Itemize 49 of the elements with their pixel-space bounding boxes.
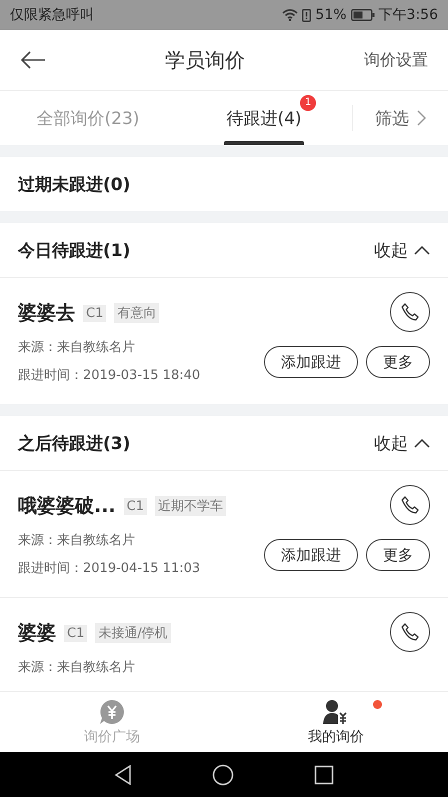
phone-icon [400,622,420,642]
tag: C1 [83,304,106,322]
phone-icon [400,495,420,515]
action-button[interactable]: 更多 [366,539,430,571]
home-nav-icon[interactable] [212,764,234,786]
back-button[interactable] [20,51,46,69]
follow-up-time: 跟进时间：2019-03-15 18:40 [18,367,200,385]
student-name: 哦婆婆破... [18,494,116,519]
notification-dot [373,700,382,709]
notification-badge: 1 [300,95,316,111]
phone-icon [400,302,420,322]
filter-button[interactable]: 筛选 [352,105,448,131]
call-button[interactable] [390,612,430,652]
collapse-toggle[interactable]: 收起 [374,432,430,454]
battery-percent: 51% [315,7,347,23]
source-text: 来源：来自教练名片 [18,659,136,677]
yuan-coin-icon [99,698,125,724]
student-name: 婆婆去 [18,301,75,326]
section-title: 之后待跟进(3) [18,432,130,454]
call-button[interactable] [390,292,430,332]
sim-icon [302,8,312,22]
chevron-right-icon [417,110,426,126]
tag: C1 [124,498,148,514]
call-button[interactable] [390,485,430,525]
tag: 有意向 [114,303,160,323]
tab[interactable]: 待跟进(4) 1 [176,91,352,145]
tag: 近期不学车 [155,496,226,516]
back-nav-icon[interactable] [114,764,132,784]
section-title: 今日待跟进(1) [18,240,130,262]
source-text: 来源：来自教练名片 [18,532,136,550]
source-text: 来源：来自教练名片 [18,339,136,357]
action-button[interactable]: 更多 [366,346,430,378]
clock: 下午3:56 [378,6,438,24]
back-arrow-icon [20,51,46,69]
action-button[interactable]: 添加跟进 [264,346,358,378]
wifi-icon [282,9,298,21]
recents-nav-icon[interactable] [314,764,334,784]
status-text: 仅限紧急呼叫 [10,6,94,24]
tag: C1 [64,624,88,642]
follow-up-time: 跟进时间：2019-04-15 11:03 [18,560,202,578]
nav-tab[interactable]: 我的询价 [224,692,448,752]
settings-link[interactable]: 询价设置 [364,50,428,70]
collapse-toggle[interactable]: 收起 [374,238,430,262]
battery-icon [350,9,375,21]
student-name: 婆婆 [18,621,56,646]
page-title: 学员询价 [165,46,245,74]
tag: 未接通/停机 [95,623,171,643]
action-button[interactable]: 添加跟进 [264,539,358,571]
section-title: 过期未跟进(0) [18,174,130,196]
